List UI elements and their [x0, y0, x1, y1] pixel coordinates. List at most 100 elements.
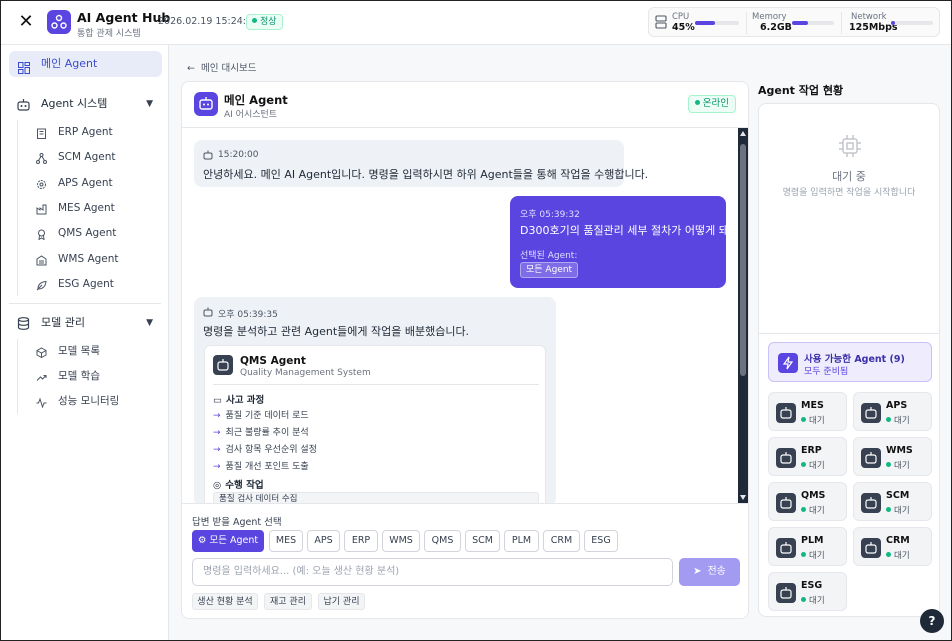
quick-command-production[interactable]: 생산 현황 분석 [192, 593, 258, 610]
bot-icon [776, 583, 796, 603]
message-scrollbar[interactable] [738, 128, 748, 503]
chip-esg[interactable]: ESG [584, 530, 618, 552]
chat-header: 메인 Agent AI 어시스턴트 온라인 [182, 82, 748, 128]
chip-wms[interactable]: WMS [382, 530, 420, 552]
agent-name: PLM [801, 535, 824, 546]
bot-icon [776, 538, 796, 558]
agent-status: 대기 [801, 414, 825, 426]
selected-agent-tag: 모든 Agent [520, 262, 579, 278]
bot-icon [213, 355, 233, 375]
composer: 답변 받을 Agent 선택 ⚙ 모든 Agent MES APS ERP WMS… [182, 503, 748, 618]
agent-card-scm[interactable]: SCM 대기 [853, 482, 932, 521]
agent-card-esg[interactable]: ESG 대기 [768, 572, 847, 611]
sidebar-item-wms[interactable]: WMS Agent [36, 250, 119, 268]
back-to-dashboard-link[interactable]: ← 메인 대시보드 [187, 60, 256, 74]
cpu-label: CPU [672, 12, 690, 22]
sidebar-item-performance[interactable]: 성능 모니터링 [36, 392, 119, 410]
sidebar-item-aps[interactable]: APS Agent [36, 174, 113, 192]
chip-qms[interactable]: QMS [424, 530, 461, 552]
chip-scm[interactable]: SCM [465, 530, 500, 552]
agent-name: WMS [886, 445, 913, 456]
agent-card-crm[interactable]: CRM 대기 [853, 527, 932, 566]
command-input[interactable]: 명령을 입력하세요... (예: 오늘 생산 현황 분석) [192, 558, 673, 586]
agent-status: 대기 [801, 459, 825, 471]
quick-command-inventory[interactable]: 재고 관리 [264, 593, 312, 610]
agent-select-label: 답변 받을 Agent 선택 [192, 517, 282, 528]
section-label: Agent 시스템 [41, 97, 108, 110]
close-icon[interactable]: ✕ [15, 11, 37, 33]
agent-status: 대기 [886, 414, 910, 426]
thinking-step: → 최근 불량률 추이 분석 [213, 428, 309, 438]
memory-bar [792, 21, 834, 25]
chip-erp[interactable]: ERP [344, 530, 378, 552]
agent-card-aps[interactable]: APS 대기 [853, 392, 932, 431]
bot-icon [861, 538, 881, 558]
agent-card-plm[interactable]: PLM 대기 [768, 527, 847, 566]
send-button[interactable]: ➤ 전송 [679, 558, 740, 586]
agent-name: MES [801, 400, 824, 411]
sidebar: 메인 Agent Agent 시스템 ▼ ERP Agent SCM Agent… [1, 45, 169, 640]
bot-message: 15:20:00 안녕하세요. 메인 AI Agent입니다. 명령을 입력하시… [194, 140, 648, 187]
server-icon [655, 15, 667, 29]
panel-divider [759, 333, 939, 334]
chip-aps[interactable]: APS [307, 530, 340, 552]
sidebar-item-erp[interactable]: ERP Agent [36, 123, 113, 141]
sidebar-item-esg[interactable]: ESG Agent [36, 275, 114, 293]
bot-icon [861, 403, 881, 423]
chip-crm[interactable]: CRM [543, 530, 580, 552]
network-bar [891, 21, 933, 25]
chip-all-agents[interactable]: ⚙ 모든 Agent [192, 530, 264, 552]
robot-icon [17, 98, 30, 111]
memory-value: 6.2GB [760, 22, 792, 33]
message-time: 15:20:00 [218, 150, 259, 160]
sidebar-item-scm[interactable]: SCM Agent [36, 148, 115, 166]
model-management-section[interactable]: 모델 관리 ▼ [17, 313, 157, 333]
sidebar-item-model-list[interactable]: 모델 목록 [36, 342, 100, 360]
status-badge: 정상 [246, 14, 283, 30]
leaf-icon [36, 279, 47, 291]
chip-mes[interactable]: MES [269, 530, 303, 552]
agent-name: SCM [886, 490, 910, 501]
agent-card-mes[interactable]: MES 대기 [768, 392, 847, 431]
sidebar-item-label: 메인 Agent [41, 57, 98, 70]
sidebar-item-main-agent[interactable]: 메인 Agent [9, 51, 162, 77]
chip-plm[interactable]: PLM [504, 530, 539, 552]
idle-subtitle: 명령을 입력하면 작업을 시작합니다 [782, 188, 916, 198]
gear-icon [36, 178, 47, 189]
memory-metric: Memory 6.2GB [752, 12, 838, 34]
agent-name: QMS [801, 490, 826, 501]
panel-title: Agent 작업 현황 [758, 84, 844, 97]
cpu-bar [695, 21, 739, 25]
chevron-down-icon: ▼ [146, 318, 153, 328]
idle-title: 대기 중 [832, 170, 866, 183]
warehouse-icon [36, 254, 47, 266]
bot-icon [194, 92, 218, 116]
arrow-right-icon: → [213, 462, 221, 472]
agent-card-erp[interactable]: ERP 대기 [768, 437, 847, 476]
message-list[interactable]: 15:20:00 안녕하세요. 메인 AI Agent입니다. 명령을 입력하시… [182, 128, 738, 503]
chat-title: 메인 Agent [224, 93, 288, 107]
task-item: 품질 검사 데이터 수집 [213, 492, 539, 503]
bot-icon [861, 448, 881, 468]
chat-panel: 메인 Agent AI 어시스턴트 온라인 15:20:00 안녕하세요. 메인… [181, 81, 749, 619]
help-button[interactable]: ? [920, 609, 944, 633]
scroll-up-icon[interactable] [740, 131, 746, 136]
scroll-down-icon[interactable] [740, 495, 746, 500]
agent-card-qms[interactable]: QMS 대기 [768, 482, 847, 521]
available-agents-banner: 사용 가능한 Agent (9) 모두 준비됨 [768, 342, 932, 382]
scroll-thumb[interactable] [740, 144, 746, 376]
factory-icon [36, 203, 47, 215]
quick-command-delivery[interactable]: 납기 관리 [318, 593, 365, 610]
cpu-chip-icon [837, 133, 863, 159]
app-title: AI Agent Hub [77, 10, 171, 25]
thinking-heading: ▭ 사고 과정 [213, 395, 265, 406]
sidebar-divider [9, 303, 161, 304]
database-icon [17, 317, 30, 330]
agent-system-section[interactable]: Agent 시스템 ▼ [17, 94, 157, 114]
sidebar-item-model-training[interactable]: 모델 학습 [36, 367, 100, 385]
sidebar-item-qms[interactable]: QMS Agent [36, 224, 116, 242]
agent-card-wms[interactable]: WMS 대기 [853, 437, 932, 476]
message-text: 명령을 분석하고 관련 Agent들에게 작업을 배분했습니다. [203, 325, 470, 338]
agent-status-panel: 대기 중 명령을 입력하면 작업을 시작합니다 사용 가능한 Agent (9)… [758, 103, 940, 617]
sidebar-item-mes[interactable]: MES Agent [36, 199, 115, 217]
